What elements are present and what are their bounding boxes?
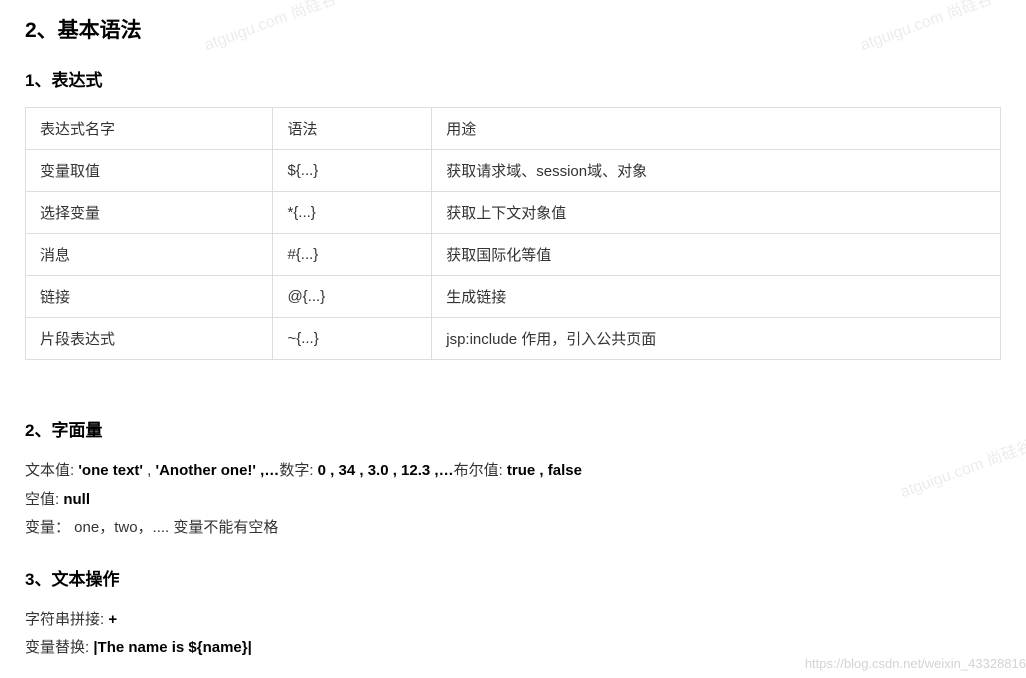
heading-sub-textops: 3、文本操作 [25, 565, 1001, 590]
col-header: 表达式名字 [26, 108, 273, 150]
literals-line3: 变量： one，two，.... 变量不能有空格 [25, 514, 1001, 543]
expressions-table: 表达式名字 语法 用途 变量取值 ${...} 获取请求域、session域、对… [25, 107, 1001, 360]
table-cell: #{...} [273, 234, 432, 276]
table-cell: 变量取值 [26, 150, 273, 192]
heading-sub-literals: 2、字面量 [25, 416, 1001, 441]
table-row: 变量取值 ${...} 获取请求域、session域、对象 [26, 150, 1001, 192]
table-row: 选择变量 *{...} 获取上下文对象值 [26, 192, 1001, 234]
table-cell: 获取上下文对象值 [432, 192, 1001, 234]
literals-line1: 文本值: 'one text' , 'Another one!' ,…数字: 0… [25, 457, 1001, 486]
table-row: 消息 #{...} 获取国际化等值 [26, 234, 1001, 276]
col-header: 语法 [273, 108, 432, 150]
col-header: 用途 [432, 108, 1001, 150]
table-row: 链接 @{...} 生成链接 [26, 276, 1001, 318]
table-cell: jsp:include 作用，引入公共页面 [432, 318, 1001, 360]
table-cell: 片段表达式 [26, 318, 273, 360]
table-cell: 选择变量 [26, 192, 273, 234]
table-cell: 获取国际化等值 [432, 234, 1001, 276]
table-header-row: 表达式名字 语法 用途 [26, 108, 1001, 150]
table-cell: 获取请求域、session域、对象 [432, 150, 1001, 192]
table-cell: *{...} [273, 192, 432, 234]
table-row: 片段表达式 ~{...} jsp:include 作用，引入公共页面 [26, 318, 1001, 360]
table-cell: @{...} [273, 276, 432, 318]
heading-main: 2、基本语法 [25, 14, 1001, 44]
literals-line2: 空值: null [25, 486, 1001, 515]
table-cell: ~{...} [273, 318, 432, 360]
table-cell: ${...} [273, 150, 432, 192]
textops-line2: 变量替换: |The name is ${name}| [25, 634, 1001, 663]
textops-line1: 字符串拼接: + [25, 606, 1001, 635]
table-cell: 链接 [26, 276, 273, 318]
table-cell: 生成链接 [432, 276, 1001, 318]
heading-sub-expressions: 1、表达式 [25, 66, 1001, 91]
table-cell: 消息 [26, 234, 273, 276]
